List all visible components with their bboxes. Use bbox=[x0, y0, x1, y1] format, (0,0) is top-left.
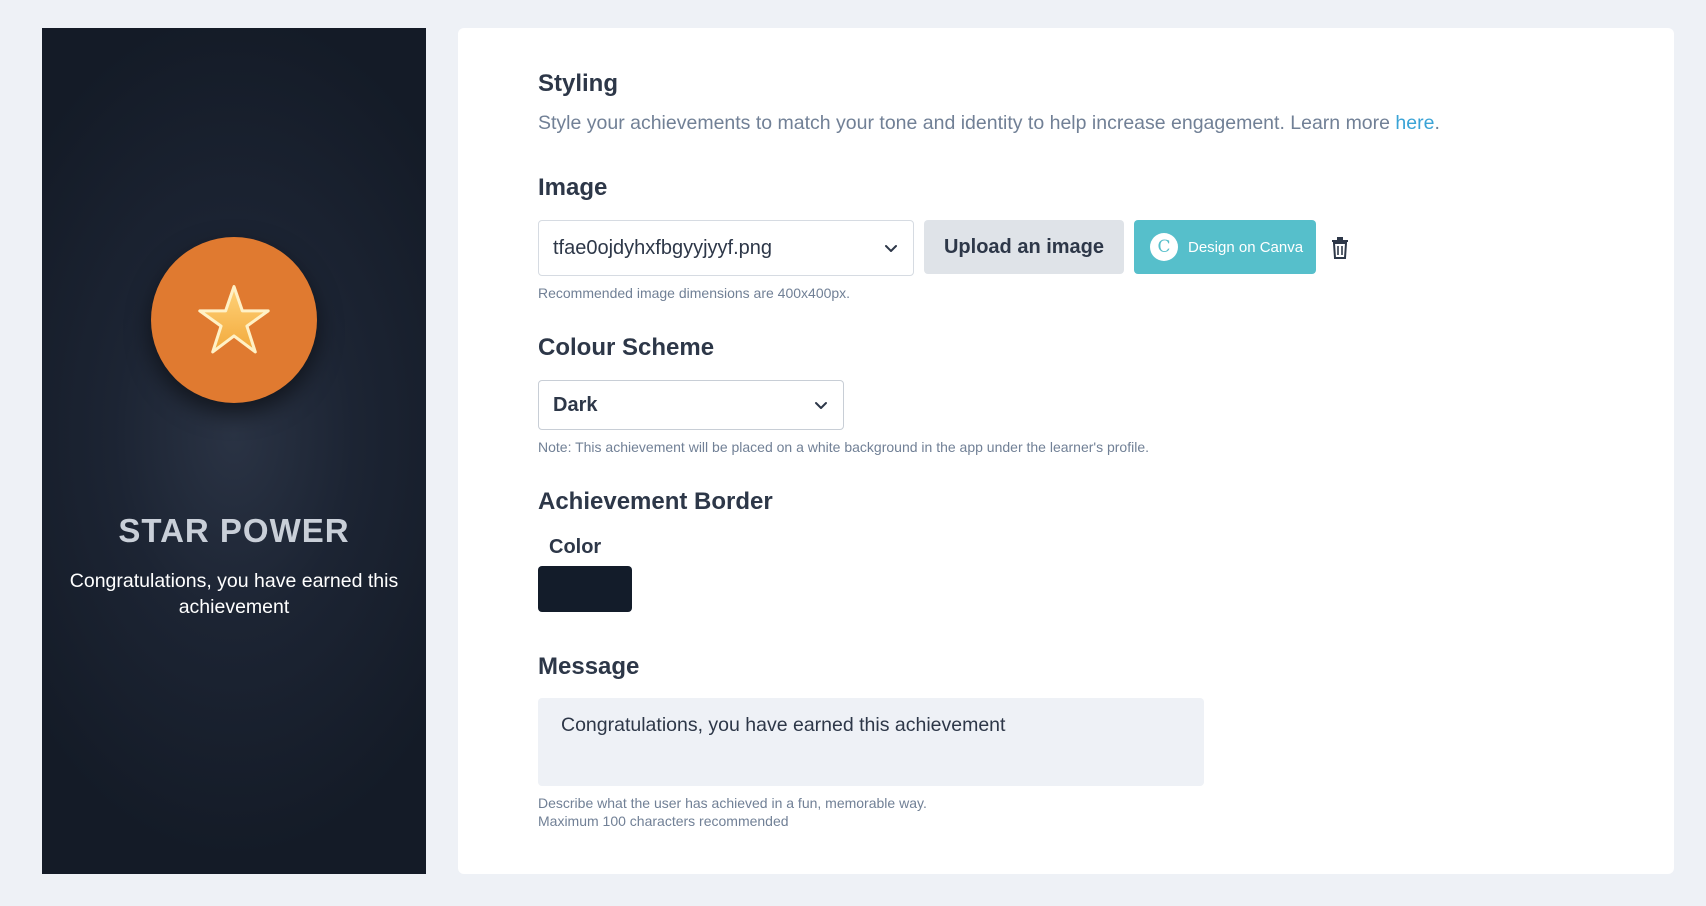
message-hint: Describe what the user has achieved in a… bbox=[538, 795, 927, 811]
canva-icon: C bbox=[1150, 233, 1178, 261]
upload-image-button[interactable]: Upload an image bbox=[924, 220, 1124, 274]
colour-scheme-note: Note: This achievement will be placed on… bbox=[538, 439, 1150, 455]
styling-description-text: Style your achievements to match your to… bbox=[538, 112, 1390, 134]
message-heading: Message bbox=[538, 653, 640, 680]
trash-icon[interactable] bbox=[1330, 236, 1350, 260]
styling-description: Style your achievements to match your to… bbox=[538, 112, 1440, 135]
chevron-down-icon bbox=[885, 245, 897, 252]
image-file-select[interactable]: tfae0ojdyhxfbgyyjyyf.png bbox=[538, 220, 914, 276]
styling-heading: Styling bbox=[538, 70, 619, 97]
achievement-badge bbox=[151, 237, 317, 403]
image-dimensions-hint: Recommended image dimensions are 400x400… bbox=[538, 285, 851, 301]
border-color-label: Color bbox=[549, 536, 602, 558]
learn-more-link[interactable]: here bbox=[1395, 112, 1434, 134]
colour-scheme-value: Dark bbox=[553, 393, 598, 416]
border-color-swatch[interactable] bbox=[538, 566, 632, 612]
message-textarea[interactable]: Congratulations, you have earned this ac… bbox=[538, 698, 1204, 786]
design-on-canva-button[interactable]: C Design on Canva bbox=[1134, 220, 1316, 274]
star-icon bbox=[198, 285, 270, 354]
image-heading: Image bbox=[538, 174, 608, 201]
description-period: . bbox=[1434, 112, 1440, 134]
colour-scheme-heading: Colour Scheme bbox=[538, 334, 715, 361]
canva-button-label: Design on Canva bbox=[1188, 238, 1304, 256]
achievement-border-heading: Achievement Border bbox=[538, 488, 773, 515]
styling-panel: Styling Style your achievements to match… bbox=[458, 28, 1674, 874]
image-file-value: tfae0ojdyhxfbgyyjyyf.png bbox=[553, 236, 773, 259]
achievement-preview: STAR POWER Congratulations, you have ear… bbox=[42, 28, 426, 874]
achievement-message: Congratulations, you have earned this ac… bbox=[69, 570, 399, 618]
colour-scheme-select[interactable]: Dark bbox=[538, 380, 844, 430]
message-max-hint: Maximum 100 characters recommended bbox=[538, 813, 789, 829]
achievement-title: STAR POWER bbox=[118, 512, 350, 549]
chevron-down-icon bbox=[815, 402, 827, 409]
